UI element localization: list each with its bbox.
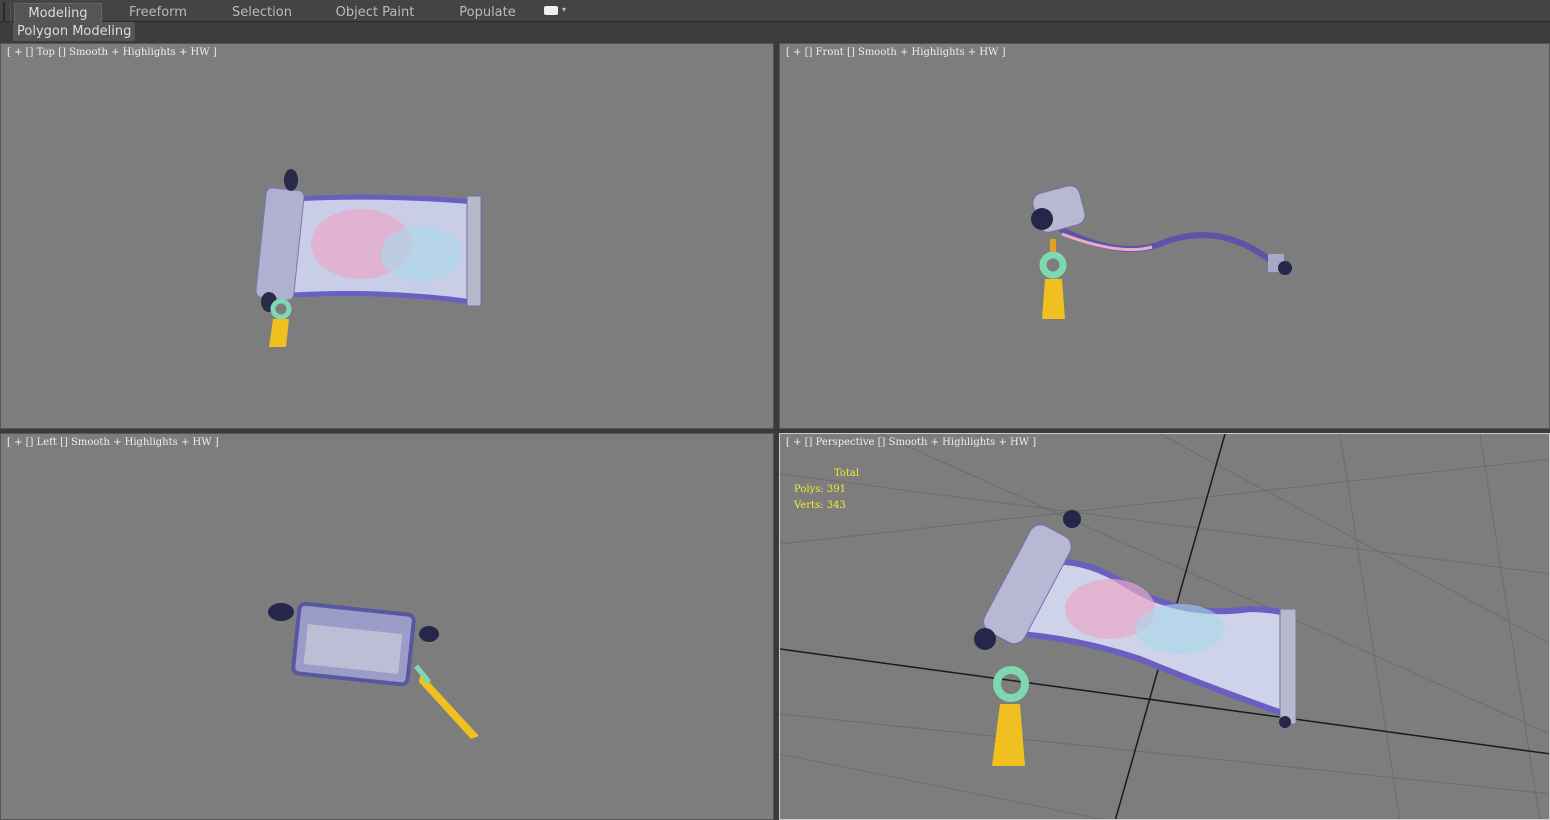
tab-modeling[interactable]: Modeling — [14, 3, 102, 22]
ribbon-options-icon[interactable] — [544, 6, 558, 15]
ribbon-panel: Polygon Modeling — [0, 22, 1550, 42]
tab-selection[interactable]: Selection — [222, 3, 302, 22]
viewport-front[interactable]: [ + [] Front [] Smooth + Highlights + HW… — [779, 43, 1550, 429]
stats-polys: Polys: 391 — [794, 484, 846, 495]
viewport-perspective[interactable]: [ + [] Perspective [] Smooth + Highlight… — [779, 433, 1550, 820]
stats-title: Total — [834, 468, 860, 479]
viewport-top[interactable]: [ + [] Top [] Smooth + Highlights + HW ] — [0, 43, 774, 429]
tab-object-paint[interactable]: Object Paint — [330, 3, 420, 22]
viewport-label[interactable]: [ + [] Perspective [] Smooth + Highlight… — [786, 437, 1036, 448]
scroll-model-top — [255, 169, 482, 347]
tab-freeform[interactable]: Freeform — [118, 3, 198, 22]
perspective-grid — [780, 434, 1549, 819]
ribbon-tabs: Modeling Freeform Selection Object Paint… — [0, 0, 1550, 40]
dropdown-arrow-icon[interactable]: ▾ — [562, 5, 566, 14]
viewport-left[interactable]: [ + [] Left [] Smooth + Highlights + HW … — [0, 433, 774, 820]
scroll-model-front — [1031, 185, 1292, 319]
scroll-model-left — [268, 601, 479, 739]
polygon-modeling-tab[interactable]: Polygon Modeling — [13, 22, 136, 41]
stats-verts: Verts: 343 — [794, 500, 846, 511]
tab-populate[interactable]: Populate — [450, 3, 525, 22]
